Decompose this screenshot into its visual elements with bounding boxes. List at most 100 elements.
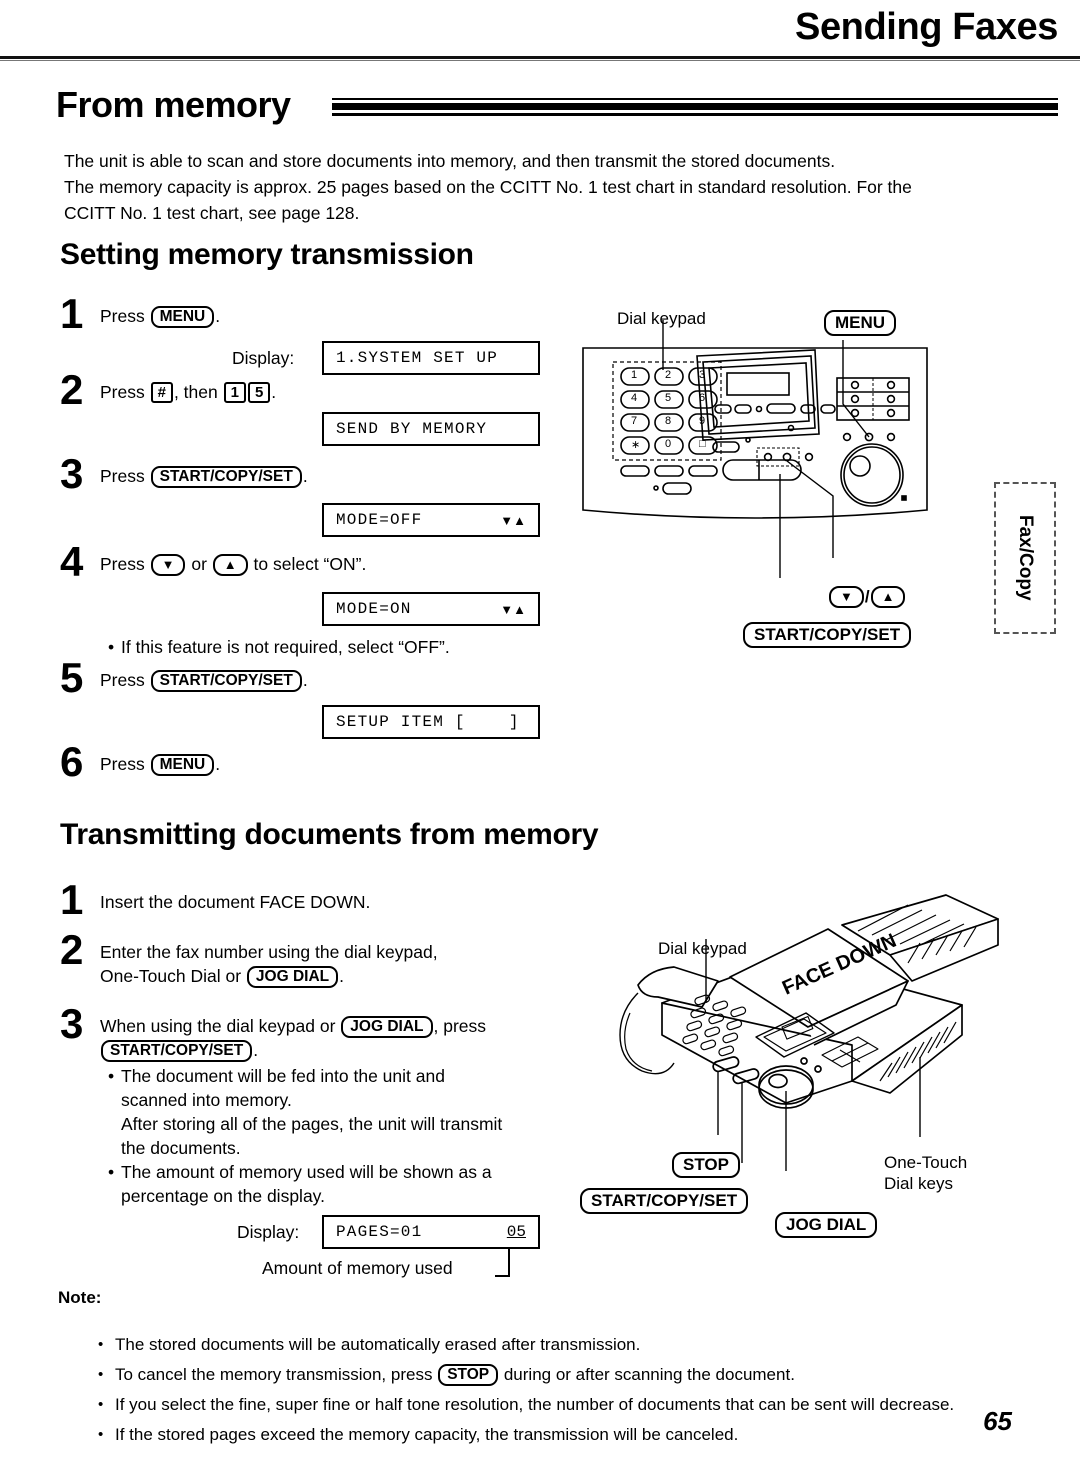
note-item-2-after: during or after scanning the document. — [503, 1365, 795, 1384]
arrow-up-key[interactable]: ▲ — [212, 554, 248, 576]
control-panel-illustration: 1 2 3 4 5 6 7 8 9 ∗ 0 □ — [575, 300, 1015, 655]
step-text: Enter the fax number using the dial keyp… — [100, 938, 438, 988]
note-list: The stored documents will be automatical… — [58, 1330, 1058, 1450]
one-touch-line-1: One-Touch — [884, 1153, 968, 1172]
step-text-before: Press — [100, 554, 150, 574]
keypad-key-hash[interactable]: □ — [699, 438, 706, 450]
digit-key-5[interactable]: 5 — [247, 382, 271, 403]
lcd-display-2: SEND BY MEMORY — [322, 412, 540, 446]
keypad-key-0[interactable]: 0 — [665, 438, 671, 450]
stop-key[interactable]: STOP — [438, 1364, 499, 1386]
keypad-key-4[interactable]: 4 — [631, 392, 637, 404]
menu-key[interactable]: MENU — [150, 754, 215, 776]
lcd-arrows: ▼▲ — [500, 512, 526, 528]
step-text: Press #, then 15. — [100, 378, 276, 410]
lcd-memory-percent: 05 — [506, 1223, 526, 1241]
step-text-after-2: . — [253, 1040, 259, 1060]
step-text-before: When using the dial keypad or — [100, 1016, 341, 1036]
arrow-keys-callout: ▼ / ▲ — [828, 586, 906, 608]
step-number: 5 — [60, 654, 84, 701]
note-item-2: To cancel the memory transmission, press… — [98, 1360, 1058, 1390]
keypad-key-8[interactable]: 8 — [665, 415, 671, 427]
start-copy-set-key-callout-bottom[interactable]: START/COPY/SET — [580, 1188, 749, 1214]
keypad-key-5[interactable]: 5 — [665, 392, 671, 404]
arrow-up-key-callout[interactable]: ▲ — [870, 586, 906, 608]
step-number: 3 — [60, 450, 84, 497]
step-text-after: . — [215, 306, 221, 326]
intro-line-2: The memory capacity is approx. 25 pages … — [64, 177, 912, 197]
jog-dial-key-callout[interactable]: JOG DIAL — [775, 1212, 878, 1238]
step-line-2: One-Touch Dial or JOG DIAL. — [100, 964, 438, 988]
display-label-1: Display: — [232, 348, 295, 368]
start-copy-set-key[interactable]: START/COPY/SET — [150, 670, 302, 692]
step-text: Press ▼ or ▲ to select “ON”. — [100, 550, 366, 582]
header-rule — [0, 56, 1080, 59]
intro-paragraph: The unit is able to scan and store docum… — [64, 148, 1014, 226]
start-copy-set-key[interactable]: START/COPY/SET — [150, 466, 302, 488]
keypad-key-asterisk[interactable]: ∗ — [631, 438, 640, 451]
start-copy-set-key[interactable]: START/COPY/SET — [101, 1040, 253, 1062]
keypad-digit-layer: 1 2 3 4 5 6 7 8 9 ∗ 0 □ — [575, 300, 1015, 655]
step-4-note-text: If this feature is not required, select … — [121, 637, 450, 657]
header-rule-secondary — [0, 60, 1080, 61]
step-text-after: . — [271, 382, 277, 402]
step-5-setting: 5 Press START/COPY/SET. — [60, 657, 540, 699]
step-text: Press START/COPY/SET. — [100, 666, 308, 698]
fax-machine-illustration: FACE DOWN — [590, 885, 1060, 1185]
lcd-text: MODE=ON — [336, 600, 412, 618]
lcd-text: PAGES=01 — [336, 1223, 423, 1241]
lcd-display-1: 1.SYSTEM SET UP — [322, 341, 540, 375]
step-number: 2 — [60, 926, 84, 973]
side-tab-fax-copy: Fax/Copy — [994, 482, 1056, 634]
menu-key-callout[interactable]: MENU — [824, 310, 897, 336]
memory-used-callout: Amount of memory used — [262, 1258, 453, 1278]
keypad-key-1[interactable]: 1 — [631, 369, 637, 381]
step-text-mid: or — [186, 554, 212, 574]
step-text-before: One-Touch Dial or — [100, 966, 246, 986]
step-6-setting: 6 Press MENU. — [60, 741, 540, 783]
arrow-down-key[interactable]: ▼ — [150, 554, 186, 576]
note-item-4: If the stored pages exceed the memory ca… — [98, 1420, 1058, 1450]
digit-key-1[interactable]: 1 — [223, 382, 246, 403]
step-1-transmitting: 1 Insert the document FACE DOWN. — [60, 879, 560, 921]
step-line-1: When using the dial keypad or JOG DIAL, … — [100, 1014, 486, 1038]
step-line-2: START/COPY/SET. — [100, 1038, 486, 1062]
step-number: 2 — [60, 366, 84, 413]
transmitting-bullet-2: • The amount of memory used will be shown… — [108, 1160, 492, 1184]
step-text-before: Press — [100, 306, 150, 326]
step-text-after: . — [302, 670, 308, 690]
jog-dial-key[interactable]: JOG DIAL — [341, 1016, 433, 1038]
start-copy-set-key-callout[interactable]: START/COPY/SET — [743, 622, 912, 648]
step-3-setting: 3 Press START/COPY/SET. — [60, 453, 540, 495]
keypad-key-7[interactable]: 7 — [631, 415, 637, 427]
lcd-text: SETUP ITEM [ ] — [336, 713, 520, 731]
keypad-key-2[interactable]: 2 — [665, 369, 671, 381]
chapter-title: Sending Faxes — [795, 6, 1058, 48]
side-tab-label: Fax/Copy — [1015, 515, 1036, 601]
step-text: Insert the document FACE DOWN. — [100, 892, 371, 912]
stop-key-callout[interactable]: STOP — [672, 1152, 740, 1178]
transmitting-bullet-2-cont: percentage on the display. — [121, 1186, 325, 1206]
transmitting-bullet-1-cont2: After storing all of the pages, the unit… — [121, 1114, 503, 1134]
arrow-down-key-callout[interactable]: ▼ — [829, 586, 864, 608]
step-text-after: . — [339, 966, 344, 986]
keypad-key-9[interactable]: 9 — [699, 415, 705, 427]
keypad-key-3[interactable]: 3 — [699, 369, 705, 381]
bullet-line-2: The amount of memory used will be shown … — [121, 1162, 492, 1182]
step-text-after: . — [215, 754, 221, 774]
memory-leader-vertical — [508, 1249, 510, 1277]
step-text-after: . — [302, 466, 308, 486]
page-number: 65 — [983, 1406, 1012, 1436]
step-text-before: Press — [100, 382, 150, 402]
step-1-setting: 1 Press MENU. — [60, 293, 540, 335]
note-item-1: The stored documents will be automatical… — [98, 1330, 1058, 1360]
keypad-key-6[interactable]: 6 — [699, 392, 705, 404]
section-title-block: From memory — [56, 84, 1058, 132]
manual-page: Sending Faxes From memory The unit is ab… — [0, 0, 1080, 1474]
step-number: 1 — [60, 290, 84, 337]
hash-key[interactable]: # — [150, 382, 173, 403]
jog-dial-key[interactable]: JOG DIAL — [246, 966, 339, 988]
menu-key[interactable]: MENU — [150, 306, 215, 328]
step-text-mid: , then — [173, 382, 223, 402]
lcd-display-5: SETUP ITEM [ ] — [322, 705, 540, 739]
